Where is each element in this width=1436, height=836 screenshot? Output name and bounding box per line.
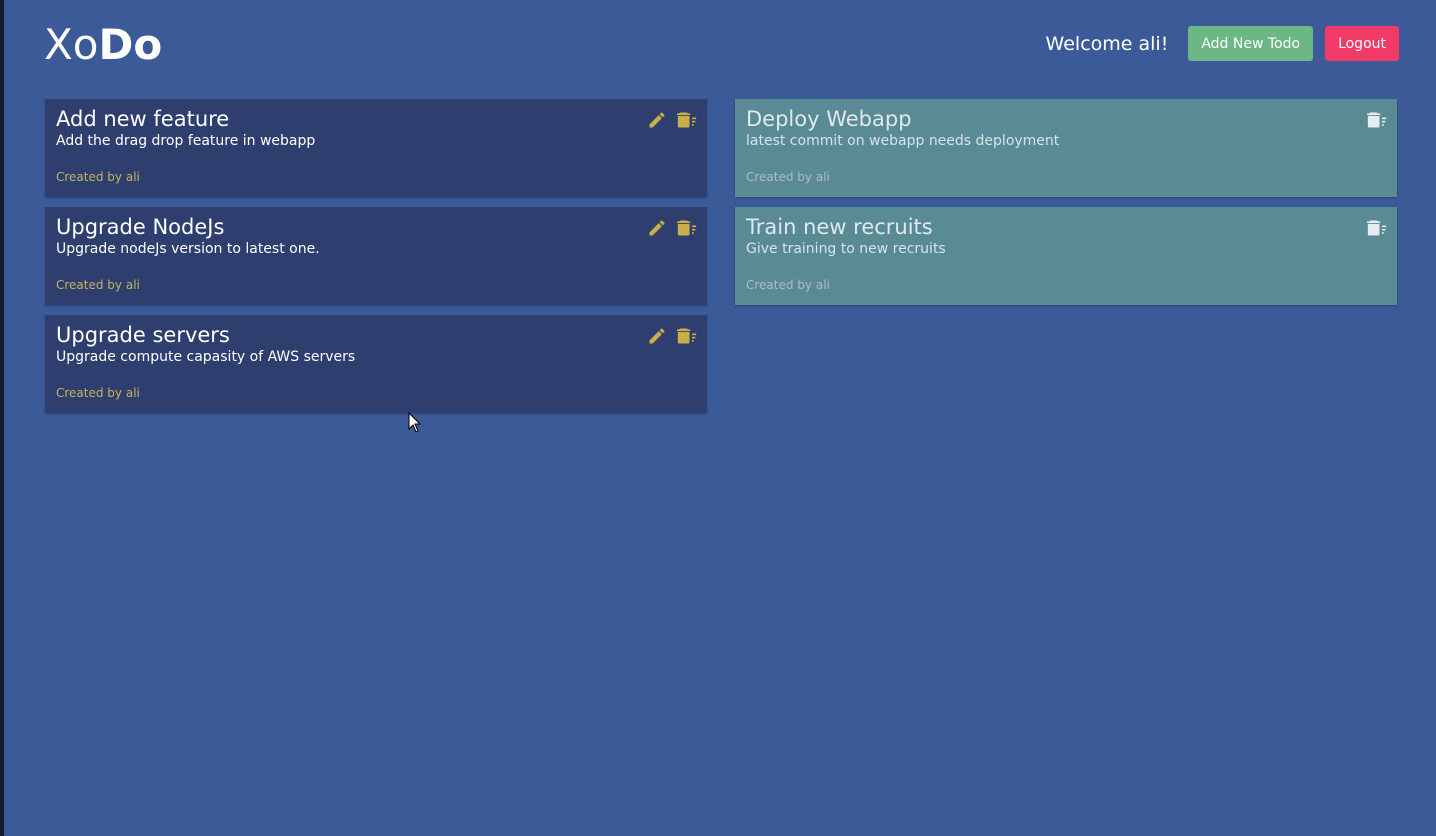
todo-description: Upgrade nodeJs version to latest one.	[56, 241, 320, 257]
logo-light-text: Xo	[44, 20, 99, 69]
todo-title: Deploy Webapp	[746, 107, 912, 131]
pencil-icon[interactable]	[647, 326, 667, 346]
todo-description: latest commit on webapp needs deployment	[746, 133, 1060, 149]
logo-bold-text: Do	[98, 20, 163, 69]
todo-created-by: Created by ali	[746, 170, 830, 184]
delete-sweep-icon[interactable]	[1367, 110, 1387, 130]
delete-sweep-icon[interactable]	[677, 110, 697, 130]
todo-title: Add new feature	[56, 107, 230, 131]
todo-description: Give training to new recruits	[746, 241, 946, 257]
delete-sweep-icon[interactable]	[677, 326, 697, 346]
logout-button[interactable]: Logout	[1325, 26, 1399, 61]
todo-card[interactable]: Add new feature Add the drag drop featur…	[45, 99, 707, 197]
todo-title: Train new recruits	[746, 215, 933, 239]
app-logo[interactable]: XoDo	[44, 20, 162, 70]
completed-todo-card[interactable]: Deploy Webapp latest commit on webapp ne…	[735, 99, 1397, 197]
pencil-icon[interactable]	[647, 110, 667, 130]
todo-actions	[1367, 218, 1387, 238]
todo-created-by: Created by ali	[746, 278, 830, 292]
todo-actions	[647, 110, 697, 130]
todo-actions	[647, 218, 697, 238]
mouse-cursor-icon	[408, 412, 422, 433]
todo-title: Upgrade servers	[56, 323, 230, 347]
todo-title: Upgrade NodeJs	[56, 215, 225, 239]
pencil-icon[interactable]	[647, 218, 667, 238]
todo-actions	[647, 326, 697, 346]
todo-description: Upgrade compute capasity of AWS servers	[56, 349, 356, 365]
todo-created-by: Created by ali	[56, 386, 140, 400]
todo-card[interactable]: Upgrade NodeJs Upgrade nodeJs version to…	[45, 207, 707, 305]
todo-created-by: Created by ali	[56, 170, 140, 184]
add-new-todo-button[interactable]: Add New Todo	[1188, 26, 1314, 61]
delete-sweep-icon[interactable]	[1367, 218, 1387, 238]
todo-created-by: Created by ali	[56, 278, 140, 292]
delete-sweep-icon[interactable]	[677, 218, 697, 238]
header-actions: Welcome ali! Add New Todo Logout	[1046, 26, 1399, 61]
app-window: XoDo Welcome ali! Add New Todo Logout Ad…	[0, 0, 1436, 836]
todo-description: Add the drag drop feature in webapp	[56, 133, 316, 149]
completed-todo-card[interactable]: Train new recruits Give training to new …	[735, 207, 1397, 305]
todo-card[interactable]: Upgrade servers Upgrade compute capasity…	[45, 315, 707, 413]
todo-actions	[1367, 110, 1387, 130]
welcome-message: Welcome ali!	[1045, 32, 1169, 55]
